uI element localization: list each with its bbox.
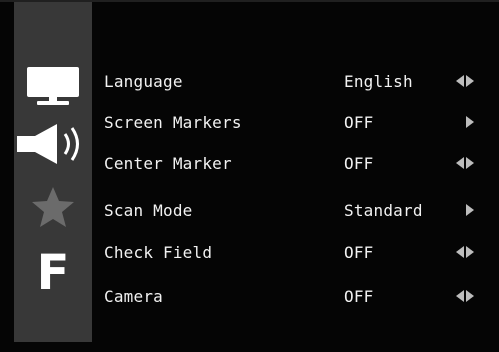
right-arrow-icon [466, 204, 474, 216]
left-right-arrow-icon[interactable] [450, 288, 474, 304]
right-arrow-icon[interactable] [450, 202, 474, 218]
left-arrow-icon [456, 75, 464, 87]
menu-value-check-field: OFF [344, 242, 374, 262]
menu-label-scan-mode: Scan Mode [104, 200, 193, 220]
menu-label-check-field: Check Field [104, 242, 213, 262]
left-arrow-icon [456, 246, 464, 258]
menu-value-camera: OFF [344, 286, 374, 306]
menu-label-language: Language [104, 71, 183, 91]
right-arrow-icon [466, 75, 474, 87]
speaker-icon-graphic [17, 124, 79, 164]
menu-value-center-marker: OFF [344, 153, 374, 173]
left-arrow-icon [456, 157, 464, 169]
menu-label-screen-markers: Screen Markers [104, 112, 242, 132]
f-function-label: F [36, 245, 70, 301]
right-arrow-icon [466, 290, 474, 302]
monitor-icon-graphic [27, 67, 79, 105]
left-arrow-icon [456, 290, 464, 302]
menu-label-center-marker: Center Marker [104, 153, 232, 173]
f-function-icon[interactable]: F [14, 247, 92, 299]
menu-label-camera: Camera [104, 286, 163, 306]
right-arrow-icon [466, 157, 474, 169]
left-right-arrow-icon[interactable] [450, 73, 474, 89]
menu-value-language: English [344, 71, 413, 91]
menu-row-check-field[interactable]: Check Field OFF [104, 234, 484, 270]
menu-row-camera[interactable]: Camera OFF [104, 278, 484, 314]
menu-row-scan-mode[interactable]: Scan Mode Standard [104, 192, 484, 228]
menu-value-scan-mode: Standard [344, 200, 423, 220]
monitor-icon[interactable] [14, 62, 92, 112]
menu-row-center-marker[interactable]: Center Marker OFF [104, 145, 484, 181]
menu-value-screen-markers: OFF [344, 112, 374, 132]
menu-row-language[interactable]: Language English [104, 63, 484, 99]
star-icon-graphic [32, 187, 74, 227]
osd-menu-screen: F Language English Screen Markers OFF Ce… [0, 0, 499, 352]
left-right-arrow-icon[interactable] [450, 155, 474, 171]
speaker-icon[interactable] [14, 120, 92, 168]
right-arrow-icon [466, 116, 474, 128]
menu-category-sidebar: F [14, 2, 92, 342]
right-arrow-icon [466, 246, 474, 258]
right-arrow-icon[interactable] [450, 114, 474, 130]
left-right-arrow-icon[interactable] [450, 244, 474, 260]
star-icon[interactable] [14, 182, 92, 232]
menu-row-screen-markers[interactable]: Screen Markers OFF [104, 104, 484, 140]
